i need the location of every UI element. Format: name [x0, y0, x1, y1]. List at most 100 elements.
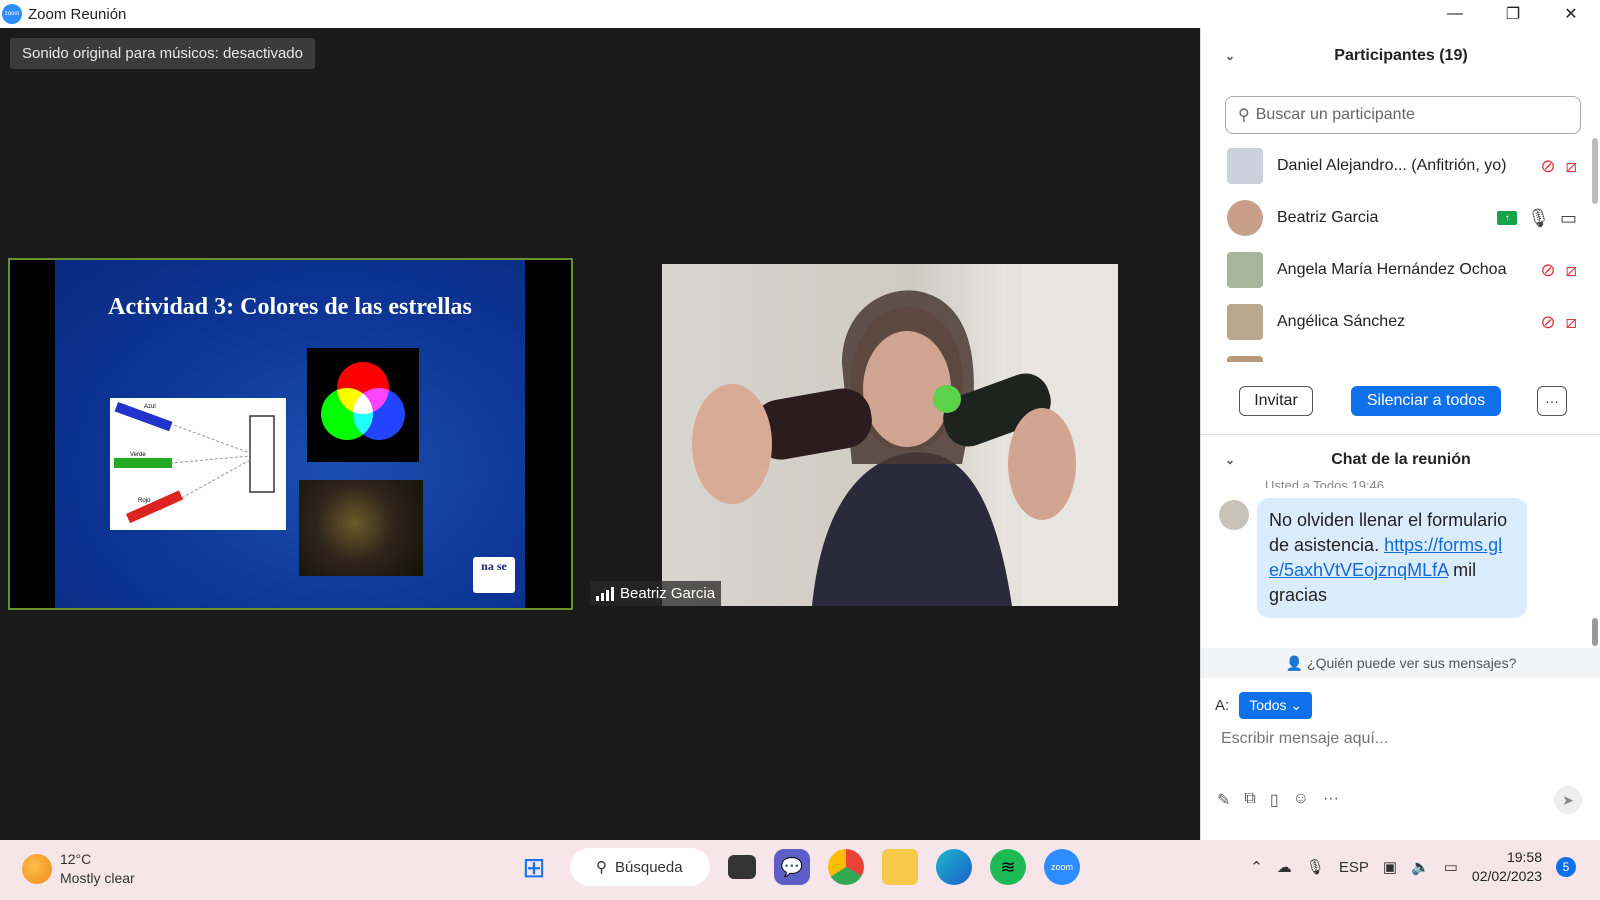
list-item[interactable]: Daniel Alejandro... (Anfitrión, yo) ⊘ ⧄: [1201, 140, 1589, 192]
windows-start-icon[interactable]: ⊞: [516, 849, 552, 885]
chat-message-meta: Usted a Todos 19:46: [1265, 478, 1385, 488]
zoom-app-icon[interactable]: zoom: [1044, 849, 1080, 885]
emoji-icon[interactable]: ☺: [1293, 790, 1309, 810]
recipient-select[interactable]: Todos ⌄: [1239, 692, 1313, 719]
notification-badge[interactable]: 5: [1556, 857, 1576, 877]
chat-scrollbar[interactable]: [1592, 618, 1598, 646]
mic-icon[interactable]: 🎙: [1527, 208, 1550, 229]
volume-icon[interactable]: 🔈: [1411, 858, 1430, 876]
participants-title: Participantes (19): [1334, 47, 1468, 64]
moon-cloud-icon: [22, 854, 52, 884]
side-panel: ⌄ Participantes (19) ⚲ Buscar un partici…: [1200, 28, 1600, 840]
search-icon: ⚲: [596, 859, 607, 876]
close-button[interactable]: ✕: [1542, 0, 1600, 28]
avatar: [1227, 200, 1263, 236]
teams-chat-icon[interactable]: 💬: [774, 849, 810, 885]
task-view-icon[interactable]: [728, 855, 756, 879]
list-item[interactable]: Angélica Sánchez ⊘ ⧄: [1201, 296, 1589, 348]
chat-message-bubble: No olviden llenar el formulario de asist…: [1257, 498, 1527, 618]
chat-toolbar: ✎ ⧉ ▯ ☺ ···: [1217, 790, 1339, 810]
clock-time: 19:58: [1506, 849, 1542, 865]
search-input[interactable]: Buscar un participante: [1256, 106, 1415, 124]
spotify-icon[interactable]: ≋: [990, 849, 1026, 885]
participant-name: Angela María Hernández Ochoa: [1277, 261, 1507, 278]
chat-header: ⌄ Chat de la reunión: [1201, 436, 1600, 484]
file-explorer-icon[interactable]: [882, 849, 918, 885]
mic-muted-icon[interactable]: ⊘: [1540, 260, 1555, 281]
shared-screen-tile[interactable]: Actividad 3: Colores de las estrellas Az…: [8, 258, 573, 610]
send-button[interactable]: ➤: [1554, 786, 1582, 814]
panel-divider: [1201, 434, 1600, 435]
more-options-button[interactable]: ···: [1537, 386, 1567, 416]
who-can-see-link[interactable]: 👤 ¿Quién puede ver sus mensajes?: [1201, 648, 1600, 678]
participant-name-badge: Beatriz Garcia: [590, 581, 722, 606]
to-label: A:: [1215, 697, 1230, 714]
person-lock-icon: 👤: [1285, 654, 1304, 671]
edge-icon[interactable]: [936, 849, 972, 885]
network-icon[interactable]: ▣: [1383, 858, 1397, 876]
minimize-button[interactable]: —: [1426, 0, 1484, 28]
participant-name-label: Beatriz Garcia: [620, 585, 716, 602]
chat-title: Chat de la reunión: [1331, 451, 1471, 468]
language-indicator[interactable]: ESP: [1339, 859, 1369, 876]
participant-video-tile[interactable]: [662, 264, 1118, 606]
weather-widget[interactable]: 12°C Mostly clear: [22, 850, 135, 888]
list-item[interactable]: Angela María Hernández Ochoa ⊘ ⧄: [1201, 244, 1589, 296]
format-icon[interactable]: ✎: [1217, 790, 1230, 810]
spectroscope-diagram: Azul Verde Rojo: [110, 398, 286, 530]
participant-name: Daniel Alejandro... (Anfitrión, yo): [1277, 157, 1507, 174]
screen-share-icon: ↑: [1497, 211, 1518, 225]
temperature: 12°C: [60, 851, 92, 867]
presentation-slide: Actividad 3: Colores de las estrellas Az…: [55, 260, 525, 608]
restore-button[interactable]: ❐: [1484, 0, 1542, 28]
nase-logo: na se: [473, 557, 515, 593]
chevron-down-icon[interactable]: ⌄: [1225, 453, 1235, 467]
microphone-icon[interactable]: 🎙: [1306, 858, 1325, 876]
chat-message-input[interactable]: [1221, 730, 1581, 748]
window-title: Zoom Reunión: [28, 5, 127, 23]
clock[interactable]: 19:58 02/02/2023: [1472, 848, 1542, 886]
weather-description: Mostly clear: [60, 870, 135, 886]
signal-strength-icon: [596, 586, 614, 601]
participant-search[interactable]: ⚲ Buscar un participante: [1225, 96, 1581, 134]
participants-header: ⌄ Participantes (19): [1201, 28, 1600, 84]
avatar: [1227, 304, 1263, 340]
recipient-value: Todos: [1249, 697, 1287, 713]
participant-name: Beatriz Garcia: [1277, 209, 1379, 226]
avatar: [1227, 148, 1263, 184]
title-bar: zoom Zoom Reunión — ❐ ✕: [0, 0, 1600, 28]
rgb-color-circles: [307, 348, 419, 462]
participants-scrollbar[interactable]: [1592, 138, 1598, 204]
slide-label-verde: Verde: [130, 452, 146, 458]
search-icon: ⚲: [1238, 107, 1250, 124]
who-can-see-text: ¿Quién puede ver sus mensajes?: [1307, 655, 1517, 671]
camera-off-icon[interactable]: ⧄: [1566, 156, 1577, 177]
slide-label-rojo: Rojo: [138, 498, 151, 504]
mute-all-button[interactable]: Silenciar a todos: [1351, 386, 1501, 416]
camera-off-icon[interactable]: ⧄: [1566, 260, 1577, 281]
chrome-icon[interactable]: [828, 849, 864, 885]
chevron-up-icon[interactable]: ⌃: [1250, 858, 1263, 876]
camera-icon[interactable]: ▭: [1560, 208, 1577, 229]
mic-muted-icon[interactable]: ⊘: [1540, 312, 1555, 333]
taskbar-search[interactable]: ⚲ Búsqueda: [570, 848, 710, 886]
more-icon[interactable]: ···: [1323, 790, 1339, 810]
meeting-video-area: Sonido original para músicos: desactivad…: [0, 28, 1200, 840]
slide-title: Actividad 3: Colores de las estrellas: [108, 294, 472, 320]
file-icon[interactable]: ▯: [1270, 790, 1279, 810]
camera-off-icon[interactable]: ⧄: [1566, 312, 1577, 333]
list-item[interactable]: Beatriz Garcia ↑ 🎙 ▭: [1201, 192, 1589, 244]
list-item[interactable]: [1201, 348, 1589, 362]
avatar: [1219, 500, 1249, 530]
chevron-down-icon[interactable]: ⌄: [1225, 49, 1235, 63]
mic-muted-icon[interactable]: ⊘: [1540, 156, 1555, 177]
onedrive-icon[interactable]: ☁: [1277, 858, 1292, 876]
windows-taskbar: 12°C Mostly clear ⊞ ⚲ Búsqueda 💬 ≋ zoom …: [0, 840, 1600, 900]
blurred-lights-photo: [299, 480, 423, 576]
original-sound-badge: Sonido original para músicos: desactivad…: [10, 38, 315, 69]
invite-button[interactable]: Invitar: [1239, 386, 1313, 416]
battery-icon[interactable]: ▭: [1444, 858, 1458, 876]
slide-label-azul: Azul: [144, 404, 156, 410]
screenshot-icon[interactable]: ⧉: [1244, 790, 1255, 810]
zoom-logo-icon: zoom: [2, 4, 22, 24]
